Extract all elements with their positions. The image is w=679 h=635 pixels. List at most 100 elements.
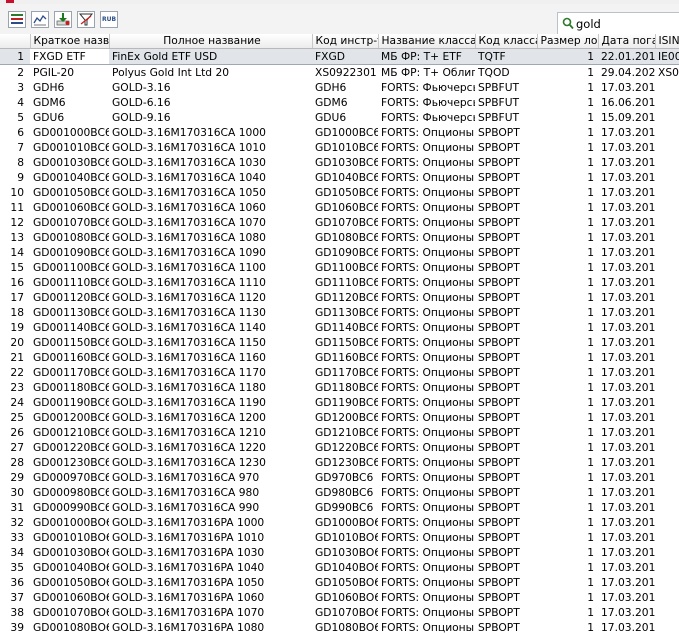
table-row[interactable]: 36 GD001050BO6 GOLD-3.16M170316PA 1050 GD10… [0,575,679,590]
maturity-date: 17.03.2016 [601,470,655,484]
table-row[interactable]: 14 GD001090BC6 GOLD-3.16M170316CA 1090 GD10… [0,245,679,260]
table-row[interactable]: 9 GD001040BC6 GOLD-3.16M170316CA 1040 GD104… [0,170,679,185]
class-code: SPBOPT [478,305,520,319]
class-code-header[interactable]: Код класса [475,34,538,49]
table-row[interactable]: 33 GD001010BO6 GOLD-3.16M170316PA 1010 GD10… [0,530,679,545]
table-list-icon[interactable] [8,11,26,28]
short-name: GD001210BC6 [33,425,109,439]
table-row[interactable]: 15 GD001100BC6 GOLD-3.16M170316CA 1100 GD11… [0,260,679,275]
lot-size: 1 [587,620,594,634]
full-name-header[interactable]: Полное название [109,34,313,49]
table-row[interactable]: 19 GD001140BC6 GOLD-3.16M170316CA 1140 GD11… [0,320,679,335]
table-row[interactable]: 5 GDU6 GOLD-9.16 GDU6 FORTS: Фьючерсы SPBFUT 1… [0,110,679,125]
table-row[interactable]: 20 GD001150BC6 GOLD-3.16M170316CA 1150 GD11… [0,335,679,350]
class-name: FORTS: Опционы [381,455,475,469]
table-row[interactable]: 29 GD000970BC6 GOLD-3.16M170316CA 970 GD970… [0,470,679,485]
lot-size: 1 [587,470,594,484]
row-number: 7 [17,140,24,154]
isin-header[interactable]: ISIN [655,34,679,49]
short-name: GD001180BC6 [33,380,109,394]
row-number: 17 [10,290,24,304]
lot-size-header[interactable]: Размер ло [537,34,599,49]
table-row[interactable]: 30 GD000980BC6 GOLD-3.16M170316CA 980 GD980… [0,485,679,500]
table-row[interactable]: 7 GD001010BC6 GOLD-3.16M170316CA 1010 GD101… [0,140,679,155]
maturity-date: 17.03.2016 [601,440,655,454]
table-row[interactable]: 16 GD001110BC6 GOLD-3.16M170316CA 1110 GD11… [0,275,679,290]
table-row[interactable]: 38 GD001070BO6 GOLD-3.16M170316PA 1070 GD10… [0,605,679,620]
table-row[interactable]: 32 GD001000BO6 GOLD-3.16M170316PA 1000 GD10… [0,515,679,530]
isin [655,515,679,530]
instrument-code: GD1150BC6 [315,335,378,349]
table-row[interactable]: 17 GD001120BC6 GOLD-3.16M170316CA 1120 GD11… [0,290,679,305]
table-row[interactable]: 10 GD001050BC6 GOLD-3.16M170316CA 1050 GD10… [0,185,679,200]
lot-size: 1 [587,395,594,409]
isin [655,245,679,260]
isin [655,575,679,590]
full-name: GOLD-3.16M170316PA 1060 [112,590,265,604]
table-row[interactable]: 31 GD000990BC6 GOLD-3.16M170316CA 990 GD990… [0,500,679,515]
class-name-header[interactable]: Название класса [378,34,476,49]
table-row[interactable]: 27 GD001220BC6 GOLD-3.16M170316CA 1220 GD12… [0,440,679,455]
instrument-code: GDH6 [315,80,347,94]
table-row[interactable]: 3 GDH6 GOLD-3.16 GDH6 FORTS: Фьючерсы SPBFUT 1… [0,80,679,95]
isin [655,485,679,500]
row-number: 23 [10,380,24,394]
table-row[interactable]: 22 GD001170BC6 GOLD-3.16M170316CA 1170 GD11… [0,365,679,380]
table-row[interactable]: 37 GD001060BO6 GOLD-3.16M170316PA 1060 GD10… [0,590,679,605]
table-row[interactable]: 12 GD001070BC6 GOLD-3.16M170316CA 1070 GD10… [0,215,679,230]
table-row[interactable]: 23 GD001180BC6 GOLD-3.16M170316CA 1180 GD11… [0,380,679,395]
short-name-header[interactable]: Краткое назв [30,34,110,49]
table-row[interactable]: 4 GDM6 GOLD-6.16 GDM6 FORTS: Фьючерсы SPBFUT 1… [0,95,679,110]
short-name: GD001170BC6 [33,365,109,379]
table-row[interactable]: 25 GD001200BC6 GOLD-3.16M170316CA 1200 GD12… [0,410,679,425]
short-name: FXGD ETF [30,48,109,65]
search-input[interactable] [576,15,676,32]
class-name: МБ ФР: Т+ Облига [381,65,475,79]
class-name: FORTS: Опционы [381,320,475,334]
isin [655,215,679,230]
maturity-date: 29.04.2020 [601,65,655,79]
isin [655,110,679,125]
search-icon [562,17,574,30]
maturity-date: 17.03.2016 [601,545,655,559]
class-name: FORTS: Опционы [381,335,475,349]
maturity-date-header[interactable]: Дата погаш [598,34,656,49]
table-row[interactable]: 11 GD001060BC6 GOLD-3.16M170316CA 1060 GD10… [0,200,679,215]
maturity-date: 17.03.2016 [601,410,655,424]
table-row[interactable]: 28 GD001230BC6 GOLD-3.16M170316CA 1230 GD12… [0,455,679,470]
table-row[interactable]: 26 GD001210BC6 GOLD-3.16M170316CA 1210 GD12… [0,425,679,440]
table-row[interactable]: 2 PGIL-20 Polyus Gold Int Ltd 20 XS0922301 М… [0,65,679,81]
table-row[interactable]: 13 GD001080BC6 GOLD-3.16M170316CA 1080 GD10… [0,230,679,245]
maturity-date: 17.03.2016 [601,365,655,379]
class-name: FORTS: Опционы [381,215,475,229]
table-row[interactable]: 18 GD001130BC6 GOLD-3.16M170316CA 1130 GD11… [0,305,679,320]
instruments-table: Краткое назв Полное название Код инстр-т На… [0,34,679,635]
full-name: GOLD-3.16M170316CA 1230 [112,455,266,469]
table-row[interactable]: 6 GD001000BC6 GOLD-3.16M170316CA 1000 GD100… [0,125,679,140]
table-row[interactable]: 1 FXGD ETF FinEx Gold ETF USD FXGD МБ ФР: Т+… [0,48,679,65]
isin [655,395,679,410]
isin [655,470,679,485]
row-number: 9 [17,170,24,184]
table-row[interactable]: 34 GD001030BO6 GOLD-3.16M170316PA 1030 GD10… [0,545,679,560]
table-row[interactable]: 21 GD001160BC6 GOLD-3.16M170316CA 1160 GD11… [0,350,679,365]
class-name: FORTS: Опционы [381,200,475,214]
chart-icon[interactable] [31,11,49,28]
instrument-code: GD1120BC6 [315,290,378,304]
row-number: 39 [10,620,24,634]
table-row[interactable]: 35 GD001040BO6 GOLD-3.16M170316PA 1040 GD10… [0,560,679,575]
table-row[interactable]: 39 GD001080BO6 GOLD-3.16M170316PA 1080 GD10… [0,620,679,635]
row-number-header[interactable] [0,34,31,49]
table-row[interactable]: 8 GD001030BC6 GOLD-3.16M170316CA 1030 GD103… [0,155,679,170]
settings-text-icon[interactable]: RUB [100,11,118,28]
table-row[interactable]: 24 GD001190BC6 GOLD-3.16M170316CA 1190 GD11… [0,395,679,410]
instrument-code-header[interactable]: Код инстр-т [312,34,379,49]
instrument-code: GD1080BO6 [315,620,378,634]
filter-icon[interactable] [77,11,95,28]
maturity-date: 17.03.2016 [601,245,655,259]
instrument-code: FXGD [312,48,378,65]
class-name: FORTS: Опционы [381,410,475,424]
download-icon[interactable] [54,11,72,28]
class-name: FORTS: Фьючерсы [381,95,475,109]
row-number: 12 [10,215,24,229]
